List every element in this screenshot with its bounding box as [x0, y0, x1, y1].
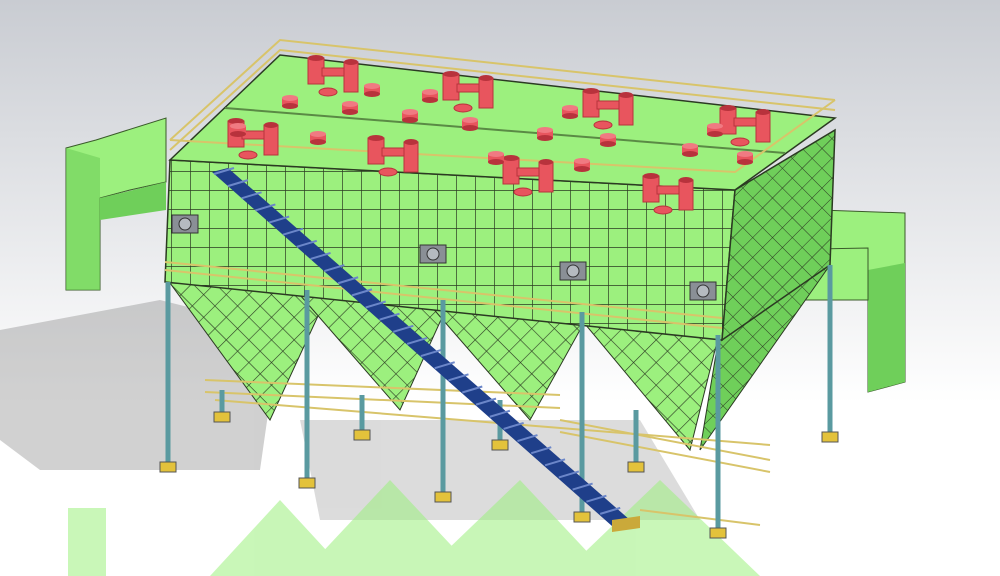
roof-port: [707, 123, 723, 137]
roof-port: [682, 143, 698, 157]
motor-icon: [419, 244, 447, 264]
roof-port: [488, 151, 504, 165]
roof-port: [402, 109, 418, 123]
roof-port: [537, 127, 553, 141]
cad-viewport: [0, 0, 1000, 576]
motor-icon: [171, 214, 199, 234]
roof-port: [342, 101, 358, 115]
motor-icon: [559, 261, 587, 281]
roof-port: [574, 158, 590, 172]
roof-port: [462, 117, 478, 131]
roof-port: [737, 151, 753, 165]
roof-port: [422, 89, 438, 103]
roof-port: [364, 83, 380, 97]
roof-port: [562, 105, 578, 119]
roof-port: [310, 131, 326, 145]
baghouse-scene: [0, 0, 1000, 576]
motor-icon: [689, 281, 717, 301]
roof-port: [282, 95, 298, 109]
roof-port: [600, 133, 616, 147]
roof-port: [230, 123, 246, 137]
